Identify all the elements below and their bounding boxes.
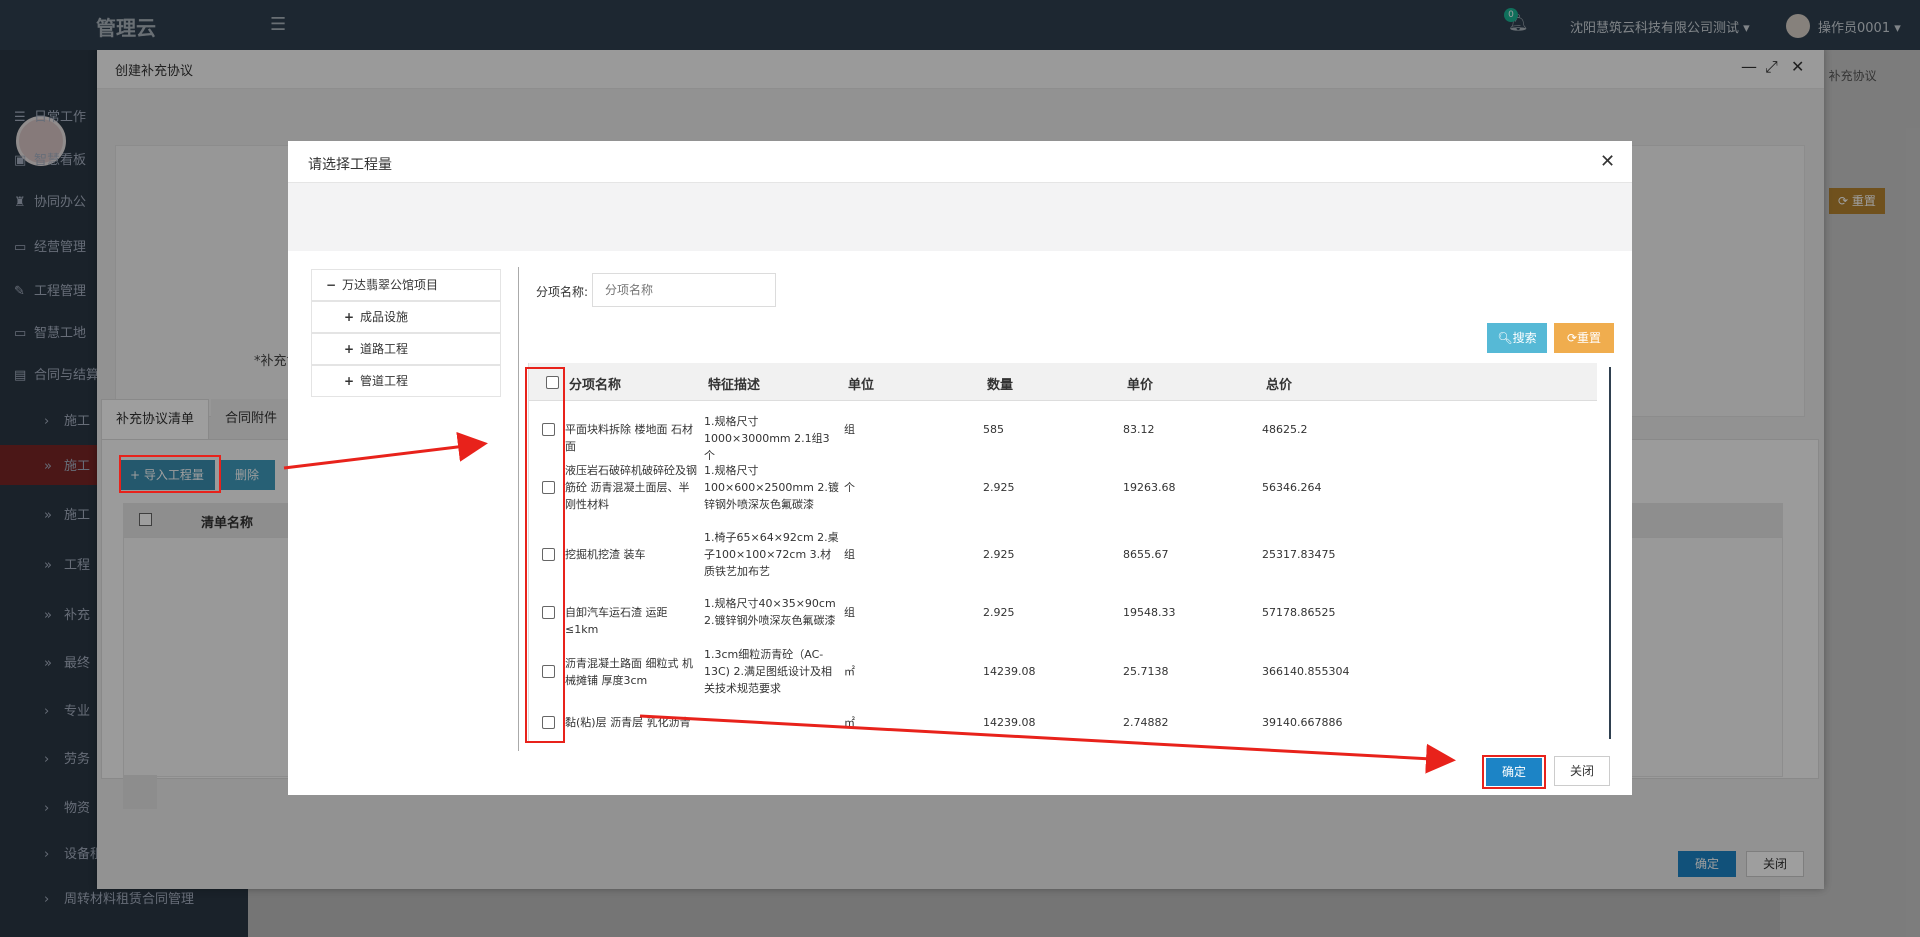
cell-qty: 585: [983, 423, 1004, 436]
tree-node-finished-facilities[interactable]: + 成品设施: [311, 301, 501, 333]
panel-divider: [518, 267, 519, 751]
cell-unit: 个: [844, 481, 855, 494]
cell-desc: 1.规格尺寸1000×3000mm 2.1组3个: [704, 415, 830, 462]
col-qty: 数量: [987, 378, 1014, 393]
cell-desc: 1.3cm细粒沥青砼（AC-13C) 2.满足图纸设计及相关技术规范要求: [704, 648, 832, 695]
close-icon[interactable]: ✕: [1600, 151, 1615, 172]
modal-main: −万达翡翠公馆项目 +成品设施 +道路工程 +管道工程 分项名称: 🔍︎搜索 ⟳…: [292, 253, 1622, 751]
reset-button[interactable]: ⟳重置: [1554, 323, 1614, 353]
cell-desc: 1.规格尺寸40×35×90cm 2.镀锌钢外喷深灰色氟碳漆: [704, 597, 836, 627]
cell-unit: ㎡: [844, 665, 855, 678]
cell-name: 沥青混凝土路面 细粒式 机械摊铺 厚度3cm: [565, 657, 693, 687]
search-label: 搜索: [1512, 331, 1537, 345]
table-scrollbar[interactable]: [1609, 367, 1611, 739]
col-price: 单价: [1127, 378, 1154, 393]
col-total: 总价: [1266, 378, 1293, 393]
cell-price: 19548.33: [1123, 606, 1176, 619]
cell-unit: ㎡: [844, 716, 855, 729]
tree-node-label: 管道工程: [360, 374, 409, 388]
annotation-box-checkboxes: [525, 367, 565, 743]
expand-icon[interactable]: +: [344, 302, 360, 332]
cell-name: 挖掘机挖渣 装车: [565, 548, 646, 561]
expand-icon[interactable]: +: [344, 334, 360, 364]
search-button[interactable]: 🔍︎搜索: [1487, 323, 1547, 353]
cell-qty: 14239.08: [983, 716, 1036, 729]
cell-qty: 2.925: [983, 548, 1015, 561]
cell-name: 液压岩石破碎机破碎砼及钢筋砼 沥青混凝土面层、半刚性材料: [565, 464, 697, 511]
refresh-icon: ⟳: [1566, 331, 1578, 345]
annotation-box-import: [119, 455, 221, 493]
cell-unit: 组: [844, 423, 855, 436]
item-name-input[interactable]: [592, 273, 776, 307]
cell-desc: 1.椅子65×64×92cm 2.桌子100×100×72cm 3.材质铁艺加布…: [704, 531, 839, 578]
cell-name: 平面块料拆除 楼地面 石材面: [565, 423, 693, 453]
select-quantities-modal: 请选择工程量 ✕ − 万达翡翠公馆项目 + 成品设施 + 道路工程 + 管道工程 分项名…: [288, 141, 1632, 795]
cell-qty: 2.925: [983, 606, 1015, 619]
cell-name: 黏(粘)层 沥青层 乳化沥青: [565, 716, 691, 729]
table-header: 分项名称 特征描述 单位 数量 单价 总价: [529, 363, 1597, 401]
cell-qty: 14239.08: [983, 665, 1036, 678]
col-name: 分项名称: [569, 378, 622, 393]
cell-total: 39140.667886: [1262, 716, 1343, 729]
cell-total: 25317.83475: [1262, 548, 1336, 561]
cell-unit: 组: [844, 606, 855, 619]
cell-price: 19263.68: [1123, 481, 1176, 494]
tree-node-label: 道路工程: [360, 342, 409, 356]
modal-title: 请选择工程量: [308, 157, 392, 173]
modal-close-button[interactable]: 关闭: [1554, 756, 1610, 786]
tree-node-root[interactable]: − 万达翡翠公馆项目: [311, 269, 501, 301]
cell-total: 48625.2: [1262, 423, 1308, 436]
cell-price: 83.12: [1123, 423, 1155, 436]
modal-header: 请选择工程量 ✕: [288, 141, 1632, 183]
cell-total: 57178.86525: [1262, 606, 1336, 619]
cell-unit: 组: [844, 548, 855, 561]
col-desc: 特征描述: [708, 378, 761, 393]
cell-price: 2.74882: [1123, 716, 1169, 729]
cell-total: 56346.264: [1262, 481, 1322, 494]
tree-node-label: 成品设施: [360, 310, 409, 324]
cell-price: 8655.67: [1123, 548, 1169, 561]
cell-name: 自卸汽车运石渣 运距≤1km: [565, 606, 668, 636]
tree-node-pipe-works[interactable]: + 管道工程: [311, 365, 501, 397]
cell-desc: 1.规格尺寸 100×600×2500mm 2.镀锌钢外喷深灰色氟碳漆: [704, 464, 839, 511]
cell-price: 25.7138: [1123, 665, 1169, 678]
tree-node-road-works[interactable]: + 道路工程: [311, 333, 501, 365]
collapse-icon[interactable]: −: [326, 270, 342, 300]
col-unit: 单位: [848, 378, 875, 393]
modal-band: [288, 183, 1632, 251]
search-icon: 🔍︎: [1497, 331, 1513, 345]
quantities-table: 分项名称 特征描述 单位 数量 单价 总价 平面块料拆除 楼地面 石材面 1.规…: [528, 363, 1606, 743]
tree-node-label: 万达翡翠公馆项目: [342, 278, 439, 292]
expand-icon[interactable]: +: [344, 366, 360, 396]
reset-label: 重置: [1577, 331, 1602, 345]
cell-total: 366140.855304: [1262, 665, 1350, 678]
annotation-box-ok: [1482, 755, 1546, 789]
filter-label: 分项名称:: [536, 285, 589, 299]
cell-qty: 2.925: [983, 481, 1015, 494]
